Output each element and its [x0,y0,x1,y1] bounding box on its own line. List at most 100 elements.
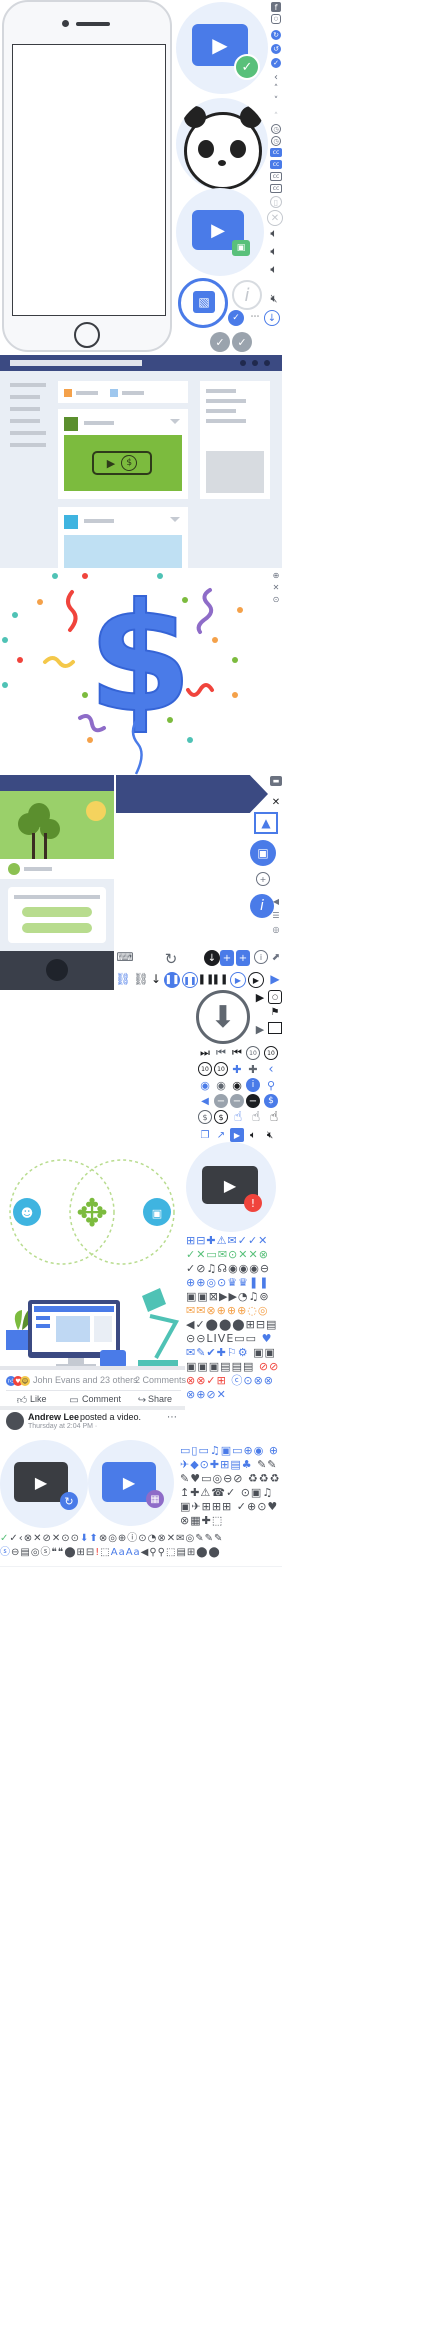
megaphone-icon[interactable]: ◀ [270,896,282,906]
pause-circle-icon[interactable]: ❚❚ [182,972,198,988]
info-icon[interactable]: i [246,1078,260,1092]
post-timestamp[interactable]: Thursday at 2:04 PM · [28,1423,97,1430]
hand-pointer-icon[interactable]: ☝ [230,1108,246,1126]
reactions-summary[interactable]: John Evans and 23 others [33,1375,138,1385]
instagram-icon[interactable]: ◎ [270,924,282,934]
laptop-icon[interactable]: ⌨ [116,950,134,964]
replay-10-icon[interactable]: 10 [264,1046,278,1060]
pin-icon[interactable]: ⬈ [270,950,282,964]
dollar-circle-icon[interactable]: $ [214,1110,228,1124]
volume-mute-icon[interactable]: 🔇︎ [262,1128,278,1142]
search-icon[interactable]: ⚲ [264,1078,278,1092]
gamepad-icon[interactable]: ✚ [230,1062,244,1076]
info-icon[interactable]: i [232,280,262,310]
copy-icon[interactable]: ❐ [198,1128,212,1142]
volume-icon[interactable]: 🔈︎ [266,226,282,240]
volume-icon[interactable]: 🔈︎ [246,1128,260,1142]
more-dots-icon[interactable]: ⋯ [248,312,262,322]
clock-icon[interactable]: ◷ [271,136,281,146]
megaphone-icon[interactable]: ◀ [198,1094,212,1108]
download-circle-icon[interactable]: ↓ [204,950,220,966]
volume-mute-icon[interactable]: 🔇︎ [266,292,282,306]
share-button[interactable]: Share [148,1394,172,1404]
play-circle-icon[interactable]: ▶ [248,972,264,988]
check-circle-icon[interactable]: ✓ [210,332,230,352]
menu-icon[interactable]: ☰ [270,910,282,920]
chevron-left-icon[interactable]: ‹ [271,72,281,83]
play-icon[interactable]: ▶ [268,972,282,986]
link-icon[interactable]: ⛓ [132,972,150,986]
play-icon[interactable]: ▶ [254,990,266,1004]
close-icon[interactable]: ✕ [271,582,281,592]
minus-circle-icon[interactable]: − [214,1094,228,1108]
minus-circle-icon[interactable]: − [246,1094,260,1108]
crosshair-icon[interactable]: + [256,872,270,886]
eye-icon[interactable]: ◉ [198,1078,212,1092]
pause-circle-icon[interactable]: ❚❚ [164,972,180,988]
refresh-icon[interactable]: ↺ [271,44,281,54]
clock-icon[interactable]: ◷ [271,124,281,134]
chevron-up-icon[interactable]: ˄ [271,112,281,122]
closed-caption-icon[interactable]: cc [270,184,282,193]
forward-10-icon[interactable]: 10 [198,1062,212,1076]
replay-10-icon[interactable]: 10 [246,1046,260,1060]
flag-icon[interactable]: ⚑ [268,1006,282,1018]
dollar-circle-icon[interactable]: $ [264,1094,278,1108]
pause-icon[interactable]: ❚❚ [212,972,229,986]
photo-icon[interactable]: ▲ [254,812,278,834]
download-icon[interactable]: ↓ [264,310,280,326]
forward-10-icon[interactable]: 10 [214,1062,228,1076]
add-album-icon[interactable]: + [220,950,234,966]
photo-select-illustration[interactable]: ▧ [178,278,228,328]
play-icon[interactable]: ▶ [254,1022,266,1036]
eye-icon[interactable]: ◉ [230,1078,244,1092]
hand-pointer-icon[interactable]: ☝ [266,1108,282,1126]
comment-button[interactable]: Comment [82,1394,121,1404]
check-circle-icon[interactable]: ✓ [271,58,281,68]
check-circle-icon[interactable]: ✓ [232,332,252,352]
gamepad-icon[interactable]: ✚ [246,1062,260,1076]
hand-pointer-icon[interactable]: ☝ [248,1108,264,1126]
instagram-icon[interactable]: ○ [271,14,281,24]
link-icon[interactable]: ⛓ [114,972,132,986]
more-options-icon[interactable]: ⋯ [166,1412,178,1423]
close-circle-icon[interactable]: ▯ [270,196,282,208]
chevron-down-icon[interactable]: ˅ [271,96,281,106]
briefcase-icon[interactable]: ▬ [270,776,282,786]
closed-caption-icon[interactable]: cc [270,172,282,181]
closed-caption-icon[interactable]: cc [270,148,282,157]
minus-circle-icon[interactable]: − [230,1094,244,1108]
refresh-icon[interactable]: ↻ [162,950,180,968]
closed-caption-icon[interactable]: cc [270,160,282,169]
like-button[interactable]: Like [30,1394,47,1404]
close-icon[interactable]: ✕ [270,796,282,808]
camera-icon[interactable]: ▣ [250,840,276,866]
eye-icon[interactable]: ◉ [214,1078,228,1092]
skip-previous-icon[interactable]: ⏮ [230,1046,244,1060]
chevron-up-icon[interactable]: ˄ [271,84,281,94]
trending-icon[interactable]: ↗ [214,1128,228,1142]
pause-icon[interactable]: ❚❚ [198,972,215,986]
comments-count[interactable]: 2 Comments [135,1375,186,1385]
facebook-icon[interactable]: f [271,2,281,12]
video-icon[interactable]: ▶ [230,1128,244,1142]
screen-icon[interactable] [268,1022,282,1034]
play-circle-icon[interactable]: ▶ [230,972,246,988]
sync-icon[interactable]: ↻ [271,30,281,40]
skip-previous-icon[interactable]: ⏮ [214,1046,228,1060]
post-author[interactable]: Andrew Lee [28,1412,79,1422]
info-icon[interactable]: i [254,950,268,964]
dollar-circle-icon[interactable]: $ [198,1110,212,1124]
sync-icon[interactable]: ⊙ [271,594,281,604]
download-icon[interactable]: ↓ [150,972,162,986]
volume-icon[interactable]: 🔈︎ [266,244,282,258]
close-circle-icon[interactable]: ✕ [267,210,283,226]
facebook-icon[interactable]: ⊕ [271,570,281,580]
add-album-icon[interactable]: + [236,950,250,966]
author-avatar[interactable] [6,1412,24,1430]
chevron-left-icon[interactable]: ‹ [264,1062,278,1077]
skip-next-icon[interactable]: ⏭ [198,1046,212,1060]
download-large-icon[interactable]: ⬇ [196,990,250,1044]
instagram-icon[interactable]: ○ [268,990,282,1004]
volume-icon[interactable]: 🔈︎ [266,262,282,276]
